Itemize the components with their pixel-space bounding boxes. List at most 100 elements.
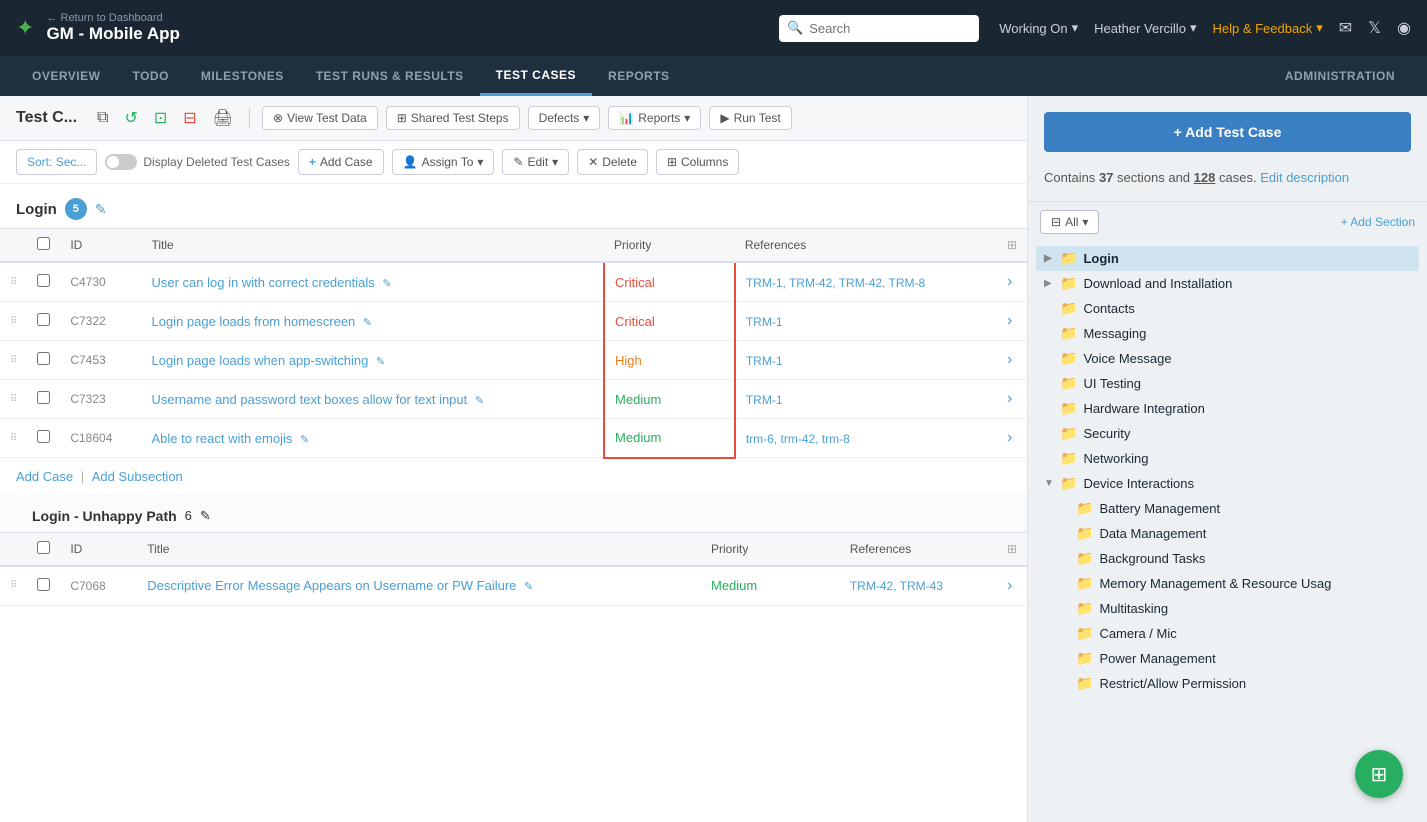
expand-btn[interactable]: › <box>1007 429 1012 447</box>
nav-admin[interactable]: ADMINISTRATION <box>1269 56 1411 96</box>
back-link[interactable]: ← Return to Dashboard <box>46 12 179 24</box>
row-checkbox[interactable] <box>27 262 60 302</box>
row-checkbox[interactable] <box>27 302 60 341</box>
select-all-1[interactable] <box>37 237 50 250</box>
row-checkbox[interactable] <box>27 566 60 606</box>
nav-test-cases[interactable]: TEST CASES <box>480 56 592 96</box>
add-case-btn[interactable]: + Add Case <box>298 149 384 175</box>
sidebar-add-section-btn[interactable]: + Add Section <box>1341 215 1415 229</box>
title-link[interactable]: Login page loads from homescreen <box>151 314 355 329</box>
export-icon[interactable]: ⊟ <box>179 104 200 132</box>
defects-btn[interactable]: Defects ▾ <box>528 106 601 130</box>
nav-reports[interactable]: REPORTS <box>592 56 686 96</box>
print-icon[interactable]: 🖨 <box>209 104 237 132</box>
title-link[interactable]: Username and password text boxes allow f… <box>151 392 467 407</box>
section2-edit-icon[interactable]: ✎ <box>200 508 211 524</box>
edit-description-link[interactable]: Edit description <box>1260 170 1349 185</box>
nav-milestones[interactable]: MILESTONES <box>185 56 300 96</box>
col-menu-icon[interactable]: ⊞ <box>1007 238 1017 252</box>
delete-btn[interactable]: ✕ Delete <box>577 149 648 175</box>
drag-handle[interactable]: ⠿ <box>0 302 27 341</box>
columns-btn[interactable]: ⊞ Columns <box>656 149 739 175</box>
sidebar-item-ui-testing[interactable]: 📁 UI Testing <box>1036 371 1419 396</box>
nav-test-runs[interactable]: TEST RUNS & RESULTS <box>300 56 480 96</box>
sidebar-item-hardware[interactable]: 📁 Hardware Integration <box>1036 396 1419 421</box>
row-expand[interactable]: › <box>997 419 1027 458</box>
template-icon[interactable]: ⊡ <box>150 104 171 132</box>
sidebar-item-security[interactable]: 📁 Security <box>1036 421 1419 446</box>
sidebar-item-background[interactable]: 📁 Background Tasks <box>1036 546 1419 571</box>
working-on-dropdown[interactable]: Working On ▾ <box>999 20 1078 36</box>
expand-btn[interactable]: › <box>1007 390 1012 408</box>
col-menu-icon-2[interactable]: ⊞ <box>1007 542 1017 556</box>
deleted-toggle[interactable] <box>105 154 137 170</box>
row-expand[interactable]: › <box>997 262 1027 302</box>
expand-btn[interactable]: › <box>1007 273 1012 291</box>
add-case-link-1[interactable]: Add Case <box>16 469 73 484</box>
inline-edit-icon[interactable]: ✎ <box>524 581 533 593</box>
add-subsection-link-1[interactable]: Add Subsection <box>92 469 183 484</box>
expand-btn[interactable]: › <box>1007 351 1012 369</box>
drag-handle[interactable]: ⠿ <box>0 380 27 419</box>
view-test-data-btn[interactable]: ⊗ View Test Data <box>262 106 378 130</box>
sidebar-item-login[interactable]: ▶ 📁 Login <box>1036 246 1419 271</box>
row-expand[interactable]: › <box>997 380 1027 419</box>
sidebar-item-data-mgmt[interactable]: 📁 Data Management <box>1036 521 1419 546</box>
drag-handle[interactable]: ⠿ <box>0 419 27 458</box>
sidebar-item-restrict[interactable]: 📁 Restrict/Allow Permission <box>1036 671 1419 696</box>
shared-test-steps-btn[interactable]: ⊞ Shared Test Steps <box>386 106 520 130</box>
nav-todo[interactable]: TODO <box>116 56 184 96</box>
copy-icon[interactable]: ⧉ <box>93 105 112 131</box>
sidebar-item-device[interactable]: ▼ 📁 Device Interactions <box>1036 471 1419 496</box>
sidebar-item-networking[interactable]: 📁 Networking <box>1036 446 1419 471</box>
run-test-btn[interactable]: ▶ Run Test <box>709 106 791 130</box>
sidebar-item-memory[interactable]: 📁 Memory Management & Resource Usag <box>1036 571 1419 596</box>
sidebar-item-messaging[interactable]: 📁 Messaging <box>1036 321 1419 346</box>
row-checkbox[interactable] <box>27 380 60 419</box>
reports-btn[interactable]: 📊 Reports ▾ <box>608 106 701 130</box>
row-checkbox[interactable] <box>27 341 60 380</box>
row-expand[interactable]: › <box>997 566 1027 606</box>
title-link[interactable]: Able to react with emojis <box>151 431 292 446</box>
twitter-icon[interactable]: 𝕏 <box>1368 18 1381 38</box>
title-link[interactable]: User can log in with correct credentials <box>151 275 374 290</box>
row-checkbox[interactable] <box>27 419 60 458</box>
inline-edit-icon[interactable]: ✎ <box>475 395 484 407</box>
title-link[interactable]: Login page loads when app-switching <box>151 353 368 368</box>
sidebar-item-battery[interactable]: 📁 Battery Management <box>1036 496 1419 521</box>
select-all-2[interactable] <box>37 541 50 554</box>
help-dropdown[interactable]: Help & Feedback ▾ <box>1212 20 1322 36</box>
sidebar-item-multitasking[interactable]: 📁 Multitasking <box>1036 596 1419 621</box>
add-test-case-btn[interactable]: + Add Test Case <box>1044 112 1411 152</box>
sidebar-filter-btn[interactable]: ⊟ All ▾ <box>1040 210 1099 234</box>
row-expand[interactable]: › <box>997 341 1027 380</box>
inline-edit-icon[interactable]: ✎ <box>382 278 391 290</box>
title-link[interactable]: Descriptive Error Message Appears on Use… <box>147 578 516 593</box>
mail-icon[interactable]: ✉ <box>1339 18 1352 38</box>
sidebar-item-camera[interactable]: 📁 Camera / Mic <box>1036 621 1419 646</box>
sidebar-item-power[interactable]: 📁 Power Management <box>1036 646 1419 671</box>
refresh-icon[interactable]: ↺ <box>120 104 141 132</box>
expand-btn[interactable]: › <box>1007 312 1012 330</box>
assign-to-btn[interactable]: 👤 Assign To ▾ <box>392 149 495 175</box>
user-dropdown[interactable]: Heather Vercillo ▾ <box>1094 20 1196 36</box>
drag-handle[interactable]: ⠿ <box>0 262 27 302</box>
sidebar-item-download[interactable]: ▶ 📁 Download and Installation <box>1036 271 1419 296</box>
float-action-btn[interactable]: ⊞ <box>1355 750 1403 798</box>
sidebar-item-contacts[interactable]: 📁 Contacts <box>1036 296 1419 321</box>
row-id: C7322 <box>60 302 141 341</box>
search-input[interactable] <box>779 15 979 42</box>
expand-btn[interactable]: › <box>1007 577 1012 595</box>
drag-handle[interactable]: ⠿ <box>0 341 27 380</box>
row-expand[interactable]: › <box>997 302 1027 341</box>
sidebar-item-voice[interactable]: 📁 Voice Message <box>1036 346 1419 371</box>
inline-edit-icon[interactable]: ✎ <box>363 317 372 329</box>
sort-button[interactable]: Sort: Sec... <box>16 149 97 175</box>
inline-edit-icon[interactable]: ✎ <box>376 356 385 368</box>
rss-icon[interactable]: ◉ <box>1397 18 1411 38</box>
drag-handle[interactable]: ⠿ <box>0 566 27 606</box>
nav-overview[interactable]: OVERVIEW <box>16 56 116 96</box>
inline-edit-icon[interactable]: ✎ <box>300 434 309 446</box>
section1-edit-icon[interactable]: ✎ <box>95 201 107 218</box>
edit-btn[interactable]: ✎ Edit ▾ <box>502 149 569 175</box>
